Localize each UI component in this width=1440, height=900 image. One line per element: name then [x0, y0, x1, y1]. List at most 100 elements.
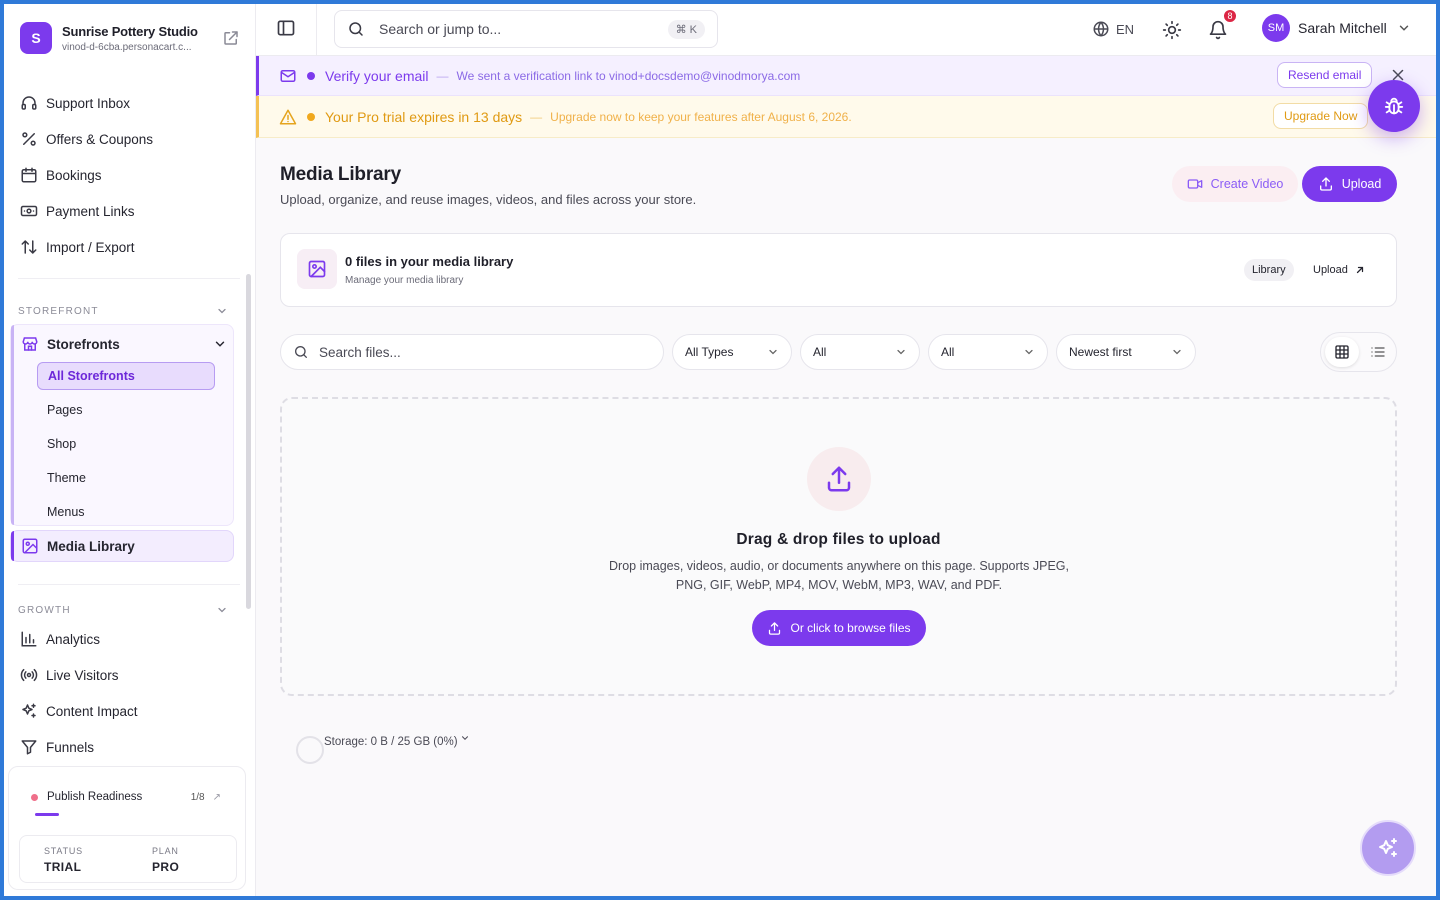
- button-label: Or click to browse files: [790, 621, 911, 635]
- chevron-down-icon: [213, 337, 227, 351]
- readiness-count: 1/8: [190, 791, 205, 803]
- upload-button[interactable]: Upload: [1302, 166, 1397, 202]
- sparkles-icon: [20, 702, 38, 720]
- sidebar-item-label: Content Impact: [46, 703, 138, 719]
- chevron-down-icon: [1397, 21, 1411, 35]
- arrow-up-right-icon: [1354, 264, 1366, 276]
- divider: [18, 278, 240, 279]
- radio-icon: [20, 666, 38, 684]
- select-value: All: [941, 345, 955, 359]
- dropzone-description: Drop images, videos, audio, or documents…: [609, 559, 1069, 592]
- create-video-button[interactable]: Create Video: [1172, 166, 1298, 202]
- search-placeholder: Search files...: [319, 344, 401, 360]
- section-header-storefront[interactable]: STOREFRONT: [18, 303, 228, 319]
- select-value: All: [813, 345, 827, 359]
- sparkles-icon: [1376, 836, 1400, 860]
- readiness-status-dot: [31, 793, 38, 801]
- sidebar-item-label: Offers & Coupons: [46, 131, 154, 147]
- sidebar-item-label: Bookings: [46, 167, 102, 183]
- sidebar-scrollbar[interactable]: [246, 274, 251, 609]
- sidebar-item-menus[interactable]: Menus: [37, 498, 215, 526]
- divider: [18, 584, 240, 585]
- chevron-down-icon: [767, 346, 779, 358]
- warning-icon: [279, 108, 297, 126]
- sidebar-item-content-impact[interactable]: Content Impact: [20, 697, 240, 725]
- select-value: Newest first: [1069, 345, 1132, 359]
- user-menu[interactable]: SM Sarah Mitchell: [1262, 14, 1411, 42]
- section-label: GROWTH: [18, 604, 71, 616]
- sidebar-item-bookings[interactable]: Bookings: [20, 161, 240, 189]
- status-label: STATUS: [44, 846, 83, 856]
- sidebar-item-all-storefronts[interactable]: All Storefronts: [37, 362, 215, 390]
- verify-email-banner: Verify your email — We sent a verificati…: [256, 56, 1436, 96]
- global-search-input[interactable]: Search or jump to... ⌘ K: [334, 10, 718, 48]
- sidebar-item-shop[interactable]: Shop: [37, 430, 215, 458]
- publish-readiness-card[interactable]: Publish Readiness 1/8 ↗ STATUS TRIAL PLA…: [8, 766, 246, 890]
- sidebar-item-storefronts[interactable]: Storefronts: [21, 331, 227, 357]
- grid-view-button[interactable]: [1325, 337, 1359, 367]
- sidebar-item-payment-links[interactable]: Payment Links: [20, 197, 240, 225]
- bug-icon: [1383, 95, 1405, 117]
- upload-link[interactable]: Upload: [1313, 259, 1366, 281]
- storage-indicator[interactable]: Storage: 0 B / 25 GB (0%): [296, 728, 470, 764]
- bug-report-button[interactable]: [1368, 80, 1420, 132]
- filter-select-2[interactable]: All: [800, 334, 920, 370]
- sun-icon[interactable]: [1162, 20, 1182, 40]
- readiness-label: Publish Readiness: [47, 791, 143, 803]
- sidebar-item-media-library[interactable]: Media Library: [10, 530, 234, 562]
- library-tab[interactable]: Library: [1244, 259, 1294, 281]
- sidebar-toggle-icon[interactable]: [276, 18, 296, 38]
- sidebar-item-live-visitors[interactable]: Live Visitors: [20, 661, 240, 689]
- image-icon: [21, 537, 39, 555]
- sidebar-item-pages[interactable]: Pages: [37, 396, 215, 424]
- language-switcher[interactable]: EN: [1092, 20, 1134, 38]
- percent-icon: [20, 130, 38, 148]
- search-placeholder: Search or jump to...: [379, 21, 502, 37]
- upload-icon: [767, 621, 782, 636]
- ai-assistant-button[interactable]: [1360, 820, 1416, 876]
- grid-icon: [1334, 344, 1350, 360]
- brand-logo: S: [20, 22, 52, 54]
- banner-message: We sent a verification link to vinod+doc…: [456, 68, 801, 83]
- filter-select-3[interactable]: All: [928, 334, 1048, 370]
- button-label: Create Video: [1210, 177, 1284, 191]
- upgrade-now-button[interactable]: Upgrade Now: [1273, 103, 1369, 129]
- bell-icon[interactable]: [1208, 20, 1228, 40]
- sort-select[interactable]: Newest first: [1056, 334, 1196, 370]
- video-icon: [1187, 176, 1203, 192]
- banner-message: Upgrade now to keep your features after …: [550, 109, 852, 124]
- sidebar-item-analytics[interactable]: Analytics: [20, 625, 240, 653]
- chevron-down-icon: [1023, 346, 1035, 358]
- readiness-progress-bar: [35, 813, 59, 816]
- banner-separator: —: [530, 109, 543, 124]
- user-name: Sarah Mitchell: [1298, 20, 1387, 36]
- browse-files-button[interactable]: Or click to browse files: [752, 610, 926, 646]
- image-icon: [297, 249, 337, 289]
- resend-email-button[interactable]: Resend email: [1277, 62, 1373, 88]
- status-dot: [307, 71, 315, 80]
- banknote-icon: [20, 202, 38, 220]
- bar-chart-icon: [20, 630, 38, 648]
- sidebar-item-offers-coupons[interactable]: Offers & Coupons: [20, 125, 240, 153]
- sidebar-item-funnels[interactable]: Funnels: [20, 733, 240, 761]
- list-view-button[interactable]: [1361, 337, 1395, 367]
- chevron-down-icon: [216, 604, 228, 616]
- sidebar-item-label: Import / Export: [46, 239, 135, 255]
- section-header-growth[interactable]: GROWTH: [18, 602, 228, 618]
- plan-value: PRO: [152, 860, 180, 874]
- page-subtitle: Upload, organize, and reuse images, vide…: [280, 192, 697, 207]
- sidebar-item-import-export[interactable]: Import / Export: [20, 233, 240, 261]
- type-filter-select[interactable]: All Types: [672, 334, 792, 370]
- file-dropzone[interactable]: Drag & drop files to upload Drop images,…: [280, 397, 1397, 696]
- file-search-input[interactable]: Search files...: [280, 334, 664, 370]
- chevron-down-icon: [1171, 346, 1183, 358]
- sidebar-item-support-inbox[interactable]: Support Inbox: [20, 89, 240, 117]
- external-link-icon[interactable]: [222, 29, 240, 47]
- sidebar-item-label: Payment Links: [46, 203, 135, 219]
- summary-subtitle: Manage your media library: [345, 275, 464, 286]
- top-bar: Search or jump to... ⌘ K EN 8 SM Sarah M…: [256, 4, 1436, 56]
- sidebar-item-theme[interactable]: Theme: [37, 464, 215, 492]
- sidebar-item-label: Analytics: [46, 631, 101, 647]
- language-label: EN: [1116, 21, 1135, 37]
- brand-header[interactable]: S Sunrise Pottery Studio vinod-d-6cba.pe…: [20, 18, 240, 58]
